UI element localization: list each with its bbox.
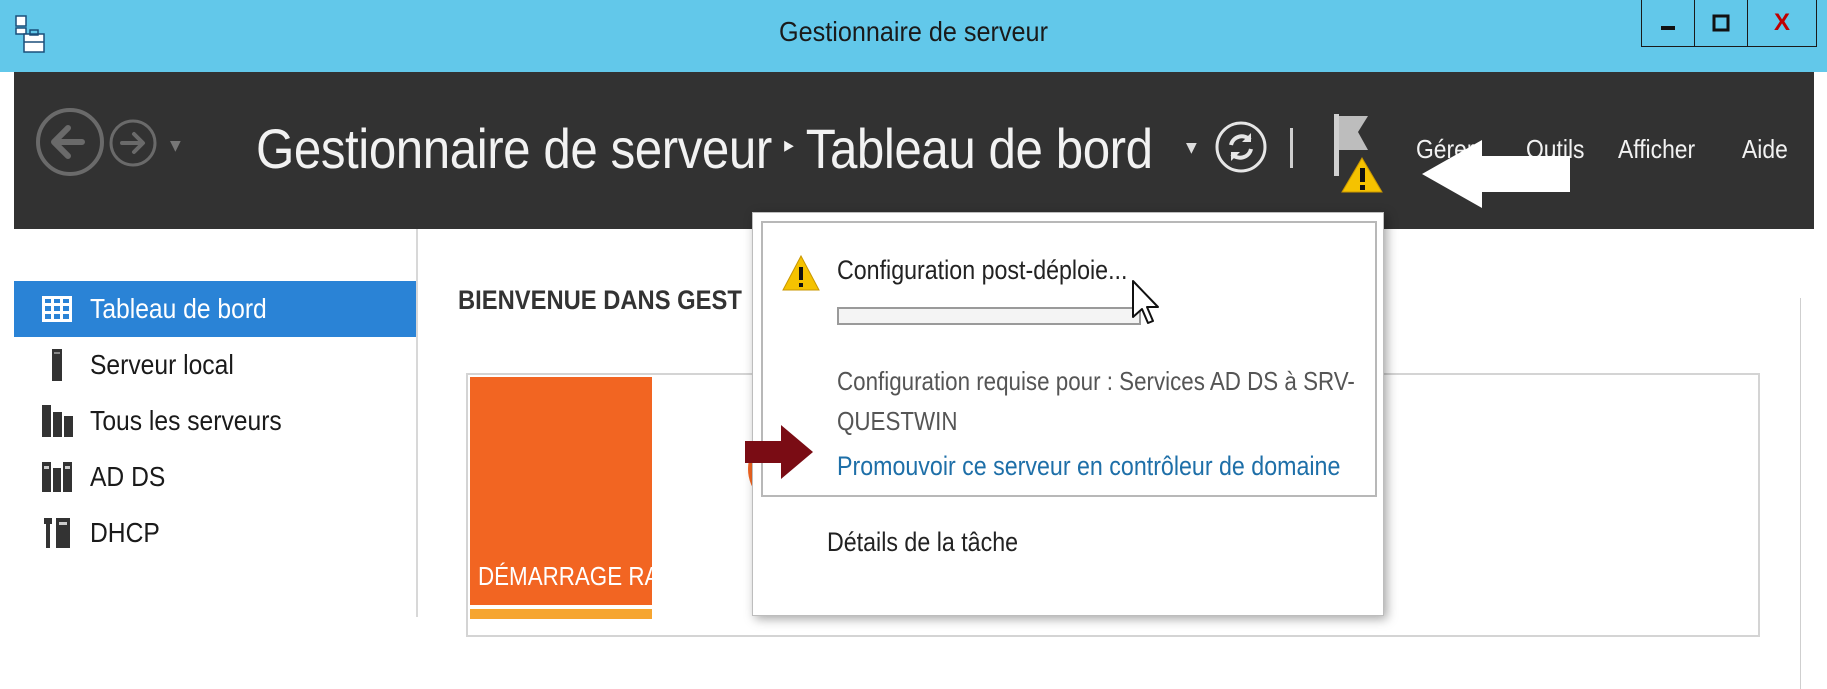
ad-ds-icon bbox=[42, 462, 72, 492]
breadcrumb-dropdown-icon[interactable]: ▼ bbox=[1186, 140, 1197, 156]
dashboard-icon bbox=[42, 296, 72, 322]
sidebar-item-dhcp[interactable]: DHCP bbox=[14, 505, 416, 561]
sidebar-item-label: Tous les serveurs bbox=[90, 405, 282, 436]
menu-aide[interactable]: Aide bbox=[1742, 134, 1788, 165]
sidebar-item-tableau-de-bord[interactable]: Tableau de bord bbox=[14, 281, 416, 337]
all-servers-icon bbox=[42, 405, 73, 437]
menu-afficher[interactable]: Afficher bbox=[1618, 134, 1695, 165]
minimize-icon bbox=[1661, 26, 1675, 30]
sidebar-item-serveur-local[interactable]: Serveur local bbox=[14, 337, 416, 393]
maximize-button[interactable] bbox=[1695, 0, 1748, 47]
sidebar-item-ad-ds[interactable]: AD DS bbox=[14, 449, 416, 505]
notifications-flag-icon[interactable] bbox=[1324, 110, 1394, 194]
annotation-arrow-icon bbox=[745, 425, 813, 479]
sidebar-item-tous-les-serveurs[interactable]: Tous les serveurs bbox=[14, 393, 416, 449]
welcome-heading: BIENVENUE DANS GEST bbox=[458, 285, 742, 315]
breadcrumb-separator-icon: ▸ bbox=[784, 132, 794, 158]
annotation-arrow-icon bbox=[1422, 140, 1570, 208]
scrollbar[interactable] bbox=[1800, 298, 1814, 689]
notification-progress-bar bbox=[837, 307, 1141, 325]
notification-title: Configuration post-déploie... bbox=[837, 255, 1128, 285]
mouse-cursor-icon bbox=[1132, 280, 1159, 324]
breadcrumb-root[interactable]: Gestionnaire de serveur bbox=[256, 117, 772, 180]
notification-description: Configuration requise pour : Services AD… bbox=[837, 366, 1355, 436]
dhcp-icon bbox=[44, 518, 70, 548]
history-dropdown-icon[interactable]: ▼ bbox=[170, 138, 181, 154]
sidebar-item-label: Tableau de bord bbox=[90, 293, 267, 324]
breadcrumb: Gestionnaire de serveur ▸ Tableau de bord bbox=[256, 116, 1153, 181]
close-icon: X bbox=[1773, 9, 1790, 36]
local-server-icon bbox=[52, 349, 62, 381]
server-manager-app-icon bbox=[15, 15, 45, 53]
sidebar-item-label: AD DS bbox=[90, 461, 166, 492]
notifications-popup: Configuration post-déploie... Configurat… bbox=[745, 212, 1384, 616]
promote-domain-controller-link[interactable]: Promouvoir ce serveur en contrôleur de d… bbox=[837, 451, 1340, 482]
back-arrow-icon[interactable] bbox=[34, 106, 106, 178]
sidebar-item-label: DHCP bbox=[90, 517, 160, 548]
app-header: ▼ Gestionnaire de serveur ▸ Tableau de bor… bbox=[14, 72, 1814, 229]
quickstart-tile[interactable]: DÉMARRAGE RAPIDE bbox=[470, 377, 712, 605]
refresh-icon[interactable] bbox=[1214, 120, 1268, 174]
window-title: Gestionnaire de serveur bbox=[779, 16, 1048, 47]
sidebar-item-label: Serveur local bbox=[90, 349, 234, 380]
window-controls: X bbox=[1641, 0, 1817, 48]
minimize-button[interactable] bbox=[1641, 0, 1695, 47]
sidebar: Tableau de bord Serveur local Tous les s… bbox=[14, 229, 418, 617]
close-button[interactable]: X bbox=[1748, 0, 1817, 47]
title-bar: Gestionnaire de serveur X bbox=[0, 0, 1827, 72]
warning-icon bbox=[782, 254, 820, 291]
secondary-tile[interactable] bbox=[470, 609, 652, 619]
header-divider bbox=[1290, 128, 1293, 168]
notification-card: Configuration post-déploie... Configurat… bbox=[761, 221, 1377, 497]
forward-arrow-icon[interactable] bbox=[108, 118, 158, 168]
maximize-icon bbox=[1712, 14, 1730, 32]
task-details-link[interactable]: Détails de la tâche bbox=[827, 527, 1018, 558]
breadcrumb-current: Tableau de bord bbox=[805, 117, 1153, 180]
quickstart-tile-label: DÉMARRAGE RAPIDE bbox=[478, 561, 712, 591]
